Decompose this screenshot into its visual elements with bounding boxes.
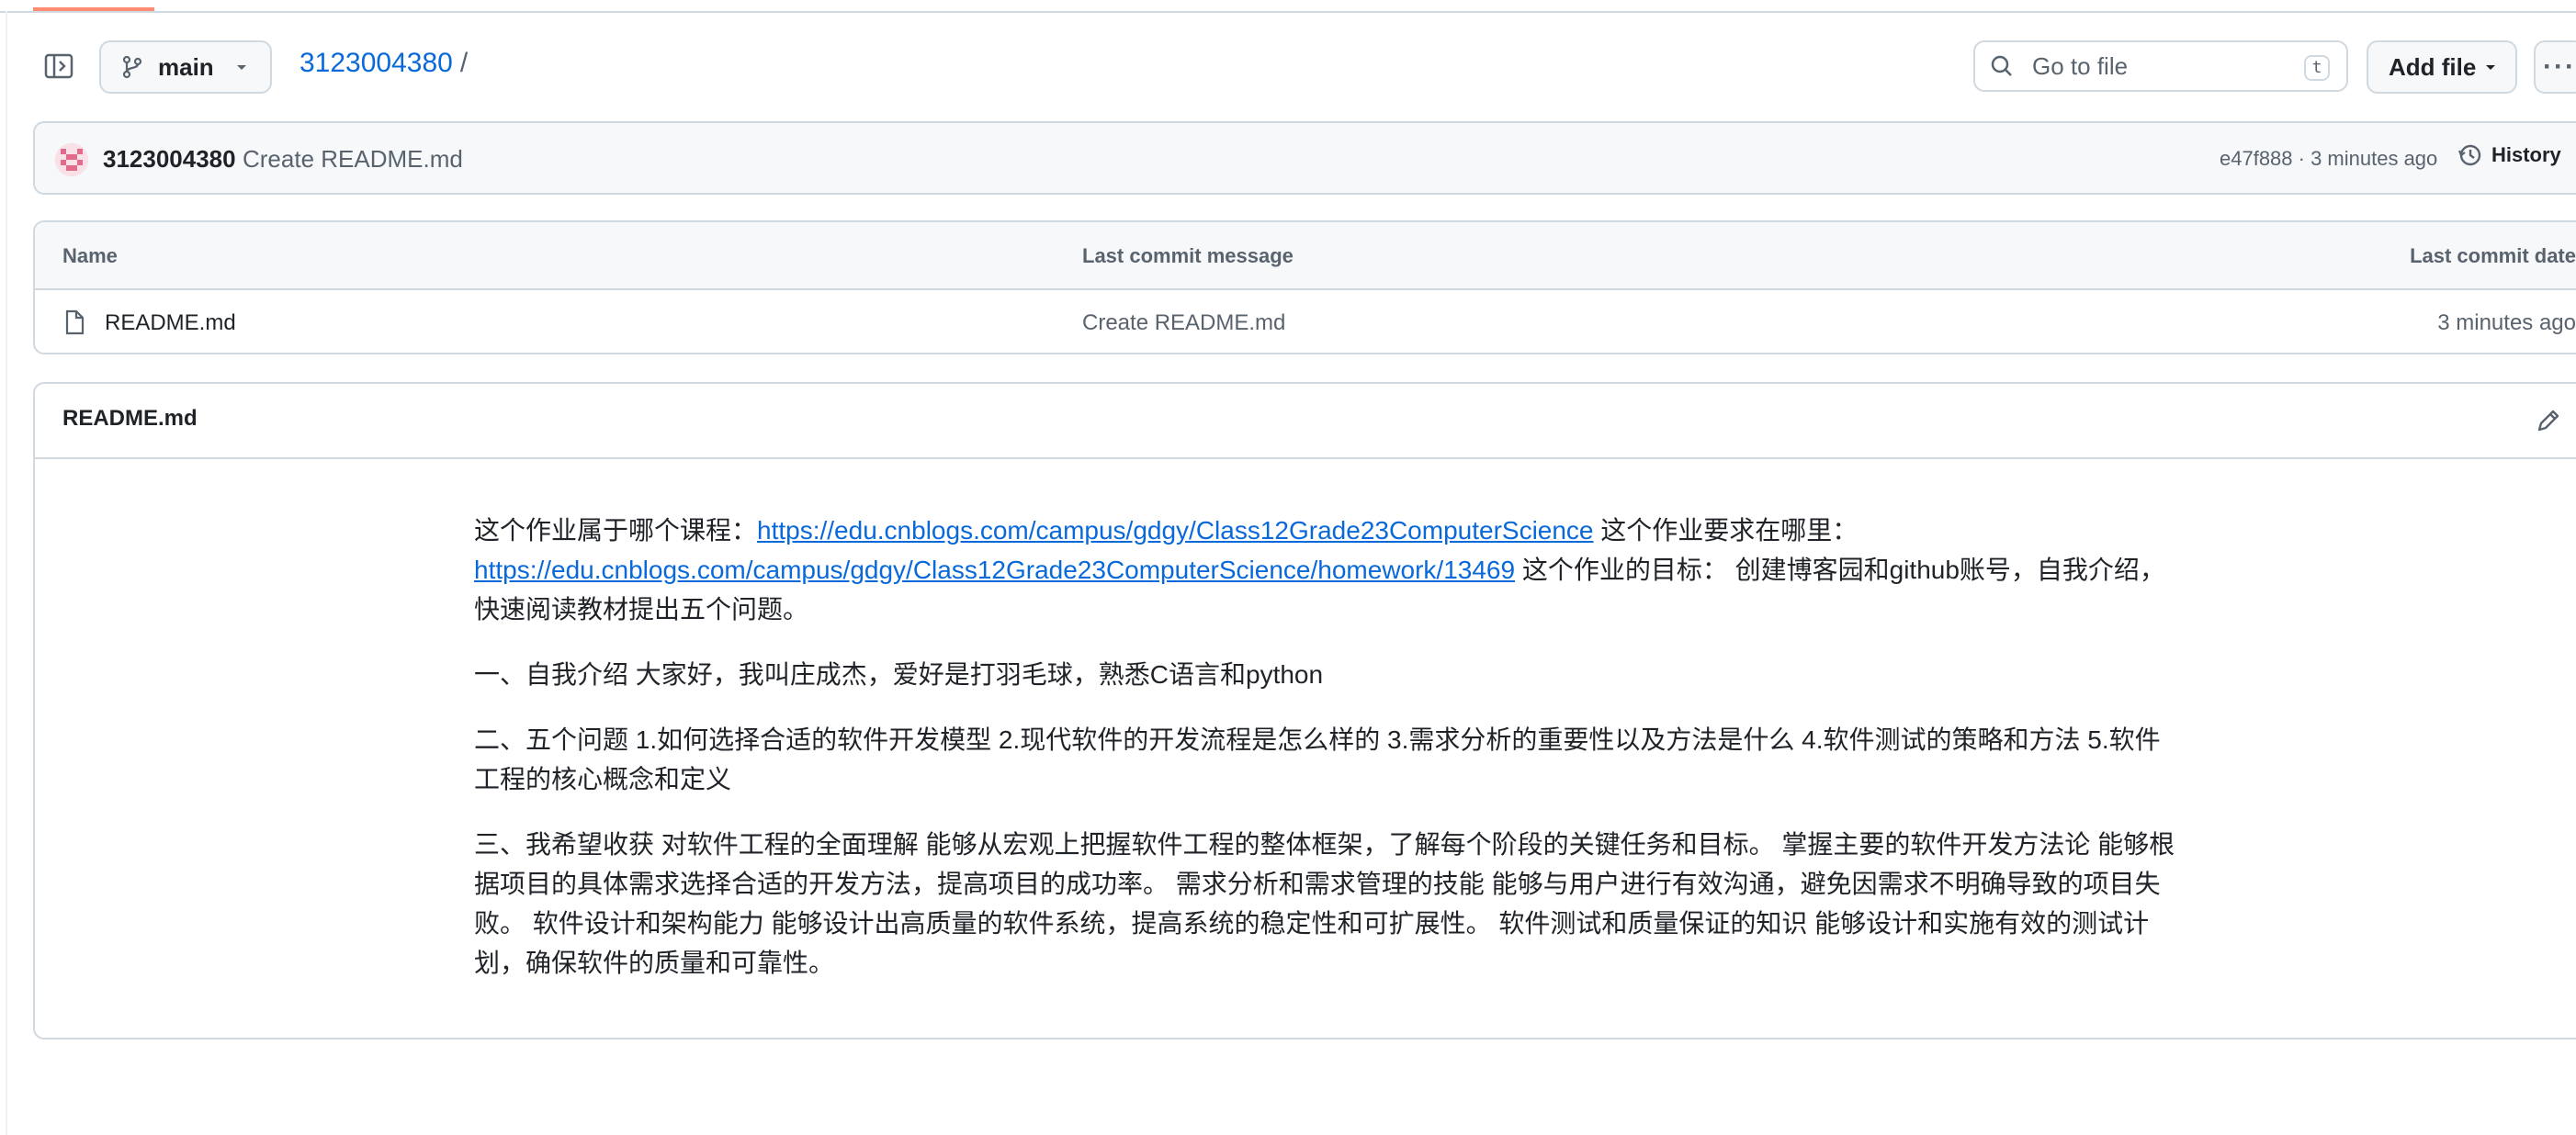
chevron-down-icon: [2486, 65, 2496, 70]
chevron-down-icon: [236, 65, 246, 70]
history-button[interactable]: History: [2457, 141, 2561, 169]
add-file-button[interactable]: Add file: [2367, 40, 2517, 94]
breadcrumb: 3123004380 /: [299, 48, 468, 79]
readme-paragraph-intro: 一、自我介绍 大家好，我叫庄成杰，爱好是打羽毛球，熟悉C语言和python: [474, 660, 1324, 689]
more-options-button[interactable]: ···: [2534, 40, 2576, 94]
commit-message-link[interactable]: Create README.md: [243, 145, 463, 174]
homework-label: 这个作业要求在哪里：: [1593, 516, 1859, 545]
branch-name: main: [158, 52, 214, 81]
course-label: 这个作业属于哪个课程：: [474, 516, 758, 545]
history-icon: [2457, 144, 2481, 166]
course-link[interactable]: https://edu.cnblogs.com/campus/gdgy/Clas…: [757, 516, 1594, 545]
file-commit-date: 3 minutes ago: [2437, 310, 2576, 335]
column-header-date: Last commit date: [2410, 244, 2576, 267]
latest-commit-bar: 3123004380 Create README.md e47f888 · 3 …: [33, 121, 2576, 195]
file-name-link[interactable]: README.md: [105, 310, 236, 336]
repo-root-link[interactable]: 3123004380: [299, 48, 453, 79]
file-commit-message-link[interactable]: Create README.md: [1082, 310, 1285, 336]
search-placeholder: Go to file: [2032, 51, 2129, 80]
history-label: History: [2491, 143, 2561, 166]
top-tab-underline: [0, 0, 2576, 13]
file-table-header: Name Last commit message Last commit dat…: [35, 222, 2576, 290]
commit-hash-and-time[interactable]: e47f888 · 3 minutes ago: [2220, 147, 2437, 171]
file-icon: [65, 309, 85, 335]
readme-header: README.md: [35, 384, 2576, 459]
branch-selector-button[interactable]: main: [99, 40, 272, 94]
readme-paragraph-course: 这个作业属于哪个课程：https://edu.cnblogs.com/campu…: [474, 511, 2179, 629]
table-row[interactable]: README.md Create README.md 3 minutes ago: [35, 290, 2576, 353]
breadcrumb-separator: /: [459, 48, 469, 78]
readme-title[interactable]: README.md: [62, 406, 198, 432]
sidebar-expand-icon: [44, 53, 73, 79]
avatar[interactable]: [55, 143, 88, 176]
file-table: Name Last commit message Last commit dat…: [33, 220, 2576, 354]
active-tab-indicator: [33, 0, 154, 11]
go-to-file-input[interactable]: Go to file t: [1973, 40, 2348, 92]
readme-paragraph-questions: 二、五个问题 1.如何选择合适的软件开发模型 2.现代软件的开发流程是怎么样的 …: [474, 725, 2161, 793]
left-divider: [6, 11, 7, 1135]
column-header-message: Last commit message: [1082, 244, 1294, 267]
kebab-icon: ···: [2543, 51, 2576, 82]
pencil-icon[interactable]: [2534, 406, 2563, 435]
add-file-label: Add file: [2389, 52, 2477, 81]
sidebar-toggle-button[interactable]: [40, 48, 77, 84]
readme-paragraph-expectations: 三、我希望收获 对软件工程的全面理解 能够从宏观上把握软件工程的整体框架，了解每…: [474, 830, 2175, 977]
git-branch-icon: [122, 55, 142, 79]
commit-author-link[interactable]: 3123004380: [103, 145, 236, 174]
search-icon: [1991, 55, 2012, 76]
homework-link[interactable]: https://edu.cnblogs.com/campus/gdgy/Clas…: [474, 556, 1515, 584]
readme-content: 这个作业属于哪个课程：https://edu.cnblogs.com/campu…: [474, 511, 2179, 1008]
column-header-name: Name: [62, 244, 118, 267]
identicon-icon: [55, 143, 88, 176]
search-shortcut-key: t: [2304, 55, 2330, 81]
readme-panel: README.md 这个作业属于哪个课程：https://edu.cnblogs…: [33, 382, 2576, 1039]
